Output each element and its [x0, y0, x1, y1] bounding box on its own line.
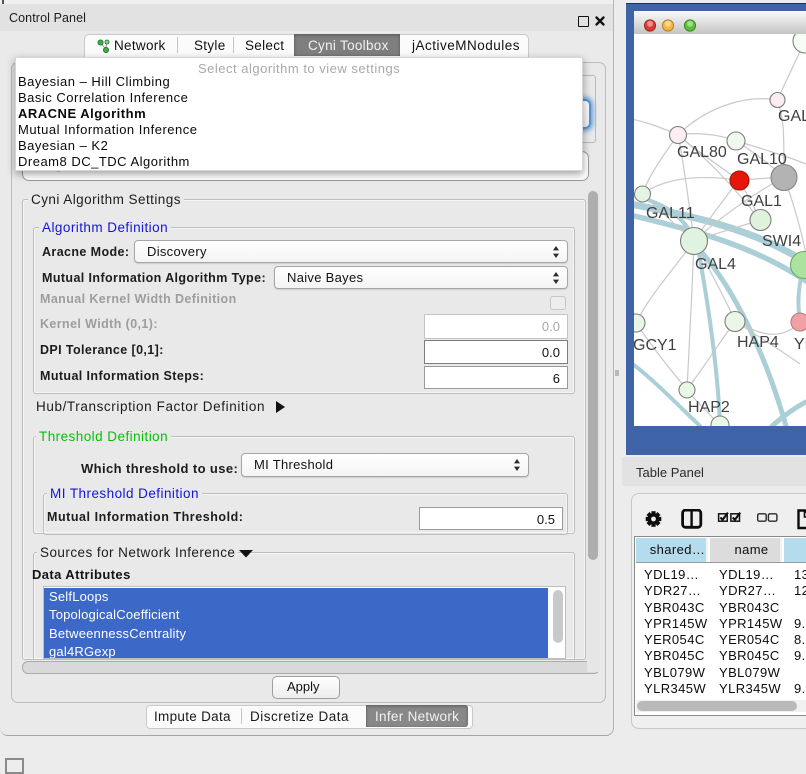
svg-text:GCY1: GCY1	[634, 337, 677, 354]
svg-text:HAP4: HAP4	[737, 334, 779, 351]
svg-text:GAL1: GAL1	[741, 193, 782, 210]
svg-text:GAL10: GAL10	[737, 151, 787, 168]
svg-text:GAL7: GAL7	[778, 108, 806, 125]
svg-text:GAL80: GAL80	[677, 144, 727, 161]
svg-text:GAL11: GAL11	[646, 205, 695, 222]
svg-text:YMR: YMR	[794, 336, 806, 353]
svg-text:HAP2: HAP2	[688, 399, 730, 416]
svg-text:GAL4: GAL4	[695, 256, 736, 273]
svg-text:SWI4: SWI4	[762, 233, 801, 250]
